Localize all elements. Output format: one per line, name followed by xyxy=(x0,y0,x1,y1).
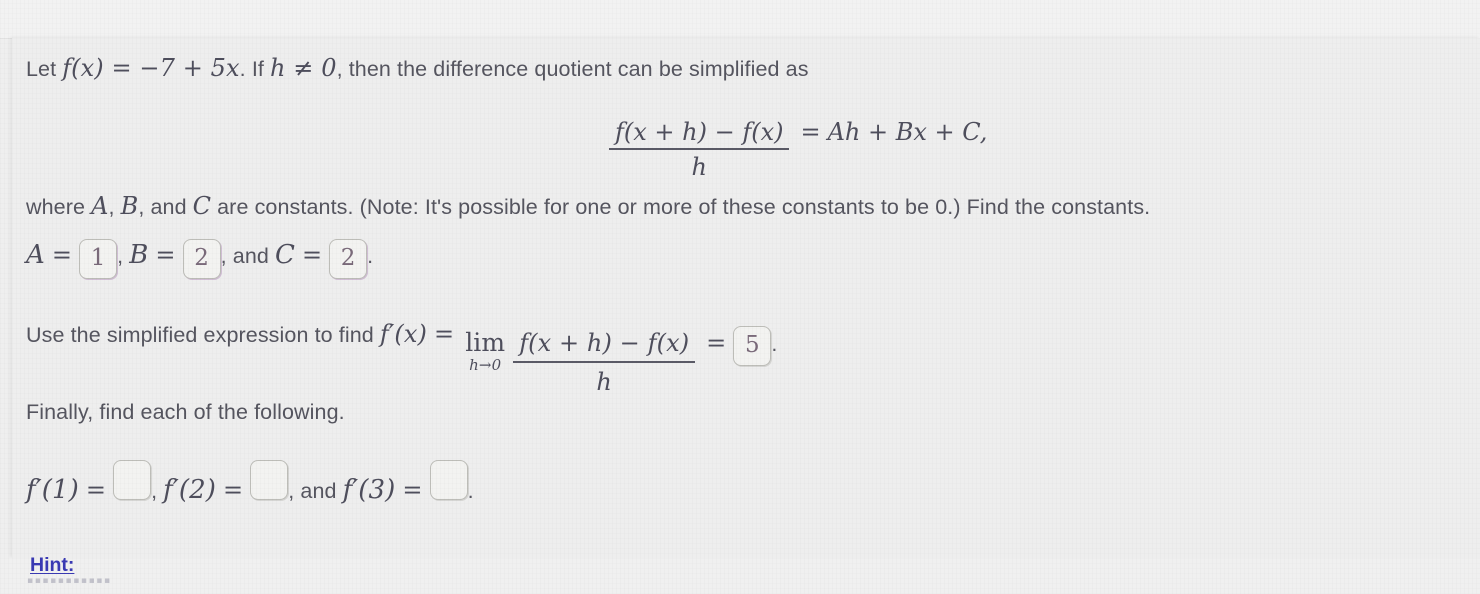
derivative-values-line: f′(1) = , f′(2) = , and f′(3) = . xyxy=(26,458,474,508)
answer-input-b[interactable]: 2 xyxy=(182,239,221,279)
derivative-fraction-denominator: h xyxy=(596,367,612,396)
finally-text: Finally, find each of the following. xyxy=(26,400,345,424)
answer-equals-b: = xyxy=(155,241,176,269)
limit-label: lim xyxy=(465,328,506,357)
display-equation: f(x + h) − f(x) h = Ah + Bx + C, xyxy=(605,106,988,181)
derivative-values-conjunction: , and xyxy=(288,479,337,503)
derivative-value-label-2: f′(2) xyxy=(163,475,217,505)
derivative-values-separator-1: , xyxy=(151,479,158,503)
answers-period: . xyxy=(367,244,374,268)
constants-note-line: where A , B , and C are constants. (Note… xyxy=(26,190,1150,222)
derivative-symbol: f′(x) xyxy=(379,320,427,348)
constant-b-symbol: B xyxy=(120,192,139,220)
constants-note-conj: , and xyxy=(138,195,187,219)
page-top-strip xyxy=(0,0,1480,39)
answer-equals-c: = xyxy=(301,241,323,269)
constant-a-symbol: A xyxy=(91,192,109,220)
equation-equals-sign: = xyxy=(800,118,821,146)
fraction-numerator: f(x + h) − f(x) xyxy=(615,118,784,146)
derivative-value-equals-2: = xyxy=(223,476,244,504)
fraction-denominator: h xyxy=(691,152,707,181)
equation-right-side: Ah + Bx + C, xyxy=(827,118,988,146)
condition-h-nonzero: h ≠ 0 xyxy=(269,54,337,82)
derivative-period: . xyxy=(771,332,778,356)
derivative-value-label-3: f′(3) xyxy=(342,475,396,505)
function-definition: f(x) = −7 + 5x xyxy=(62,54,240,82)
answer-input-fprime-1[interactable] xyxy=(113,460,152,500)
derivative-equals-2: = xyxy=(706,329,727,357)
limit-subscript: h→0 xyxy=(469,356,502,374)
intro-tail: , then the difference quotient can be si… xyxy=(336,57,809,81)
answer-label-c: C xyxy=(274,240,295,270)
derivative-line: Use the simplified expression to find f′… xyxy=(26,316,778,396)
derivative-value-equals-3: = xyxy=(402,476,423,504)
finally-line: Finally, find each of the following. xyxy=(26,398,345,427)
derivative-equals-1: = xyxy=(433,320,455,348)
answer-label-b: B xyxy=(129,240,149,270)
derivative-value-equals-1: = xyxy=(85,476,107,504)
answer-input-derivative[interactable]: 5 xyxy=(733,326,772,366)
constants-note-text: are constants. (Note: It's possible for … xyxy=(217,195,1151,219)
derivative-fraction: f(x + h) − f(x) h xyxy=(513,327,696,398)
constant-c-symbol: C xyxy=(192,192,212,220)
intro-condition-prefix: . If xyxy=(239,57,264,81)
constants-answers-line: A = 1 , B = 2 , and C = 2 . xyxy=(26,237,374,279)
problem-content: Let f(x) = −7 + 5x . If h ≠ 0 , then the… xyxy=(0,38,1480,594)
answer-input-fprime-3[interactable] xyxy=(429,460,468,500)
intro-lead: Let xyxy=(26,57,57,81)
answers-separator-1: , xyxy=(117,244,124,268)
hint-link[interactable]: Hint: xyxy=(30,554,74,577)
answer-input-a[interactable]: 1 xyxy=(79,239,118,279)
constants-note-prefix: where xyxy=(26,195,86,219)
answer-input-fprime-2[interactable] xyxy=(250,460,289,500)
derivative-values-period: . xyxy=(467,479,474,503)
derivative-instruction-text: Use the simplified expression to find xyxy=(26,323,374,347)
hint-subtext: ▪▪▪▪▪▪▪▪▪▪▪ xyxy=(27,576,112,586)
derivative-value-label-1: f′(1) xyxy=(26,475,79,505)
difference-quotient-fraction: f(x + h) − f(x) h xyxy=(609,118,790,181)
problem-intro-line: Let f(x) = −7 + 5x . If h ≠ 0 , then the… xyxy=(26,52,809,84)
constants-note-comma: , xyxy=(108,195,115,219)
answer-input-c[interactable]: 2 xyxy=(329,239,368,279)
derivative-fraction-numerator: f(x + h) − f(x) xyxy=(519,329,690,357)
answer-label-a: A xyxy=(26,240,45,270)
answers-conjunction: , and xyxy=(220,244,269,268)
limit-operator: lim h→0 xyxy=(465,330,505,373)
answer-equals-a: = xyxy=(51,241,73,269)
